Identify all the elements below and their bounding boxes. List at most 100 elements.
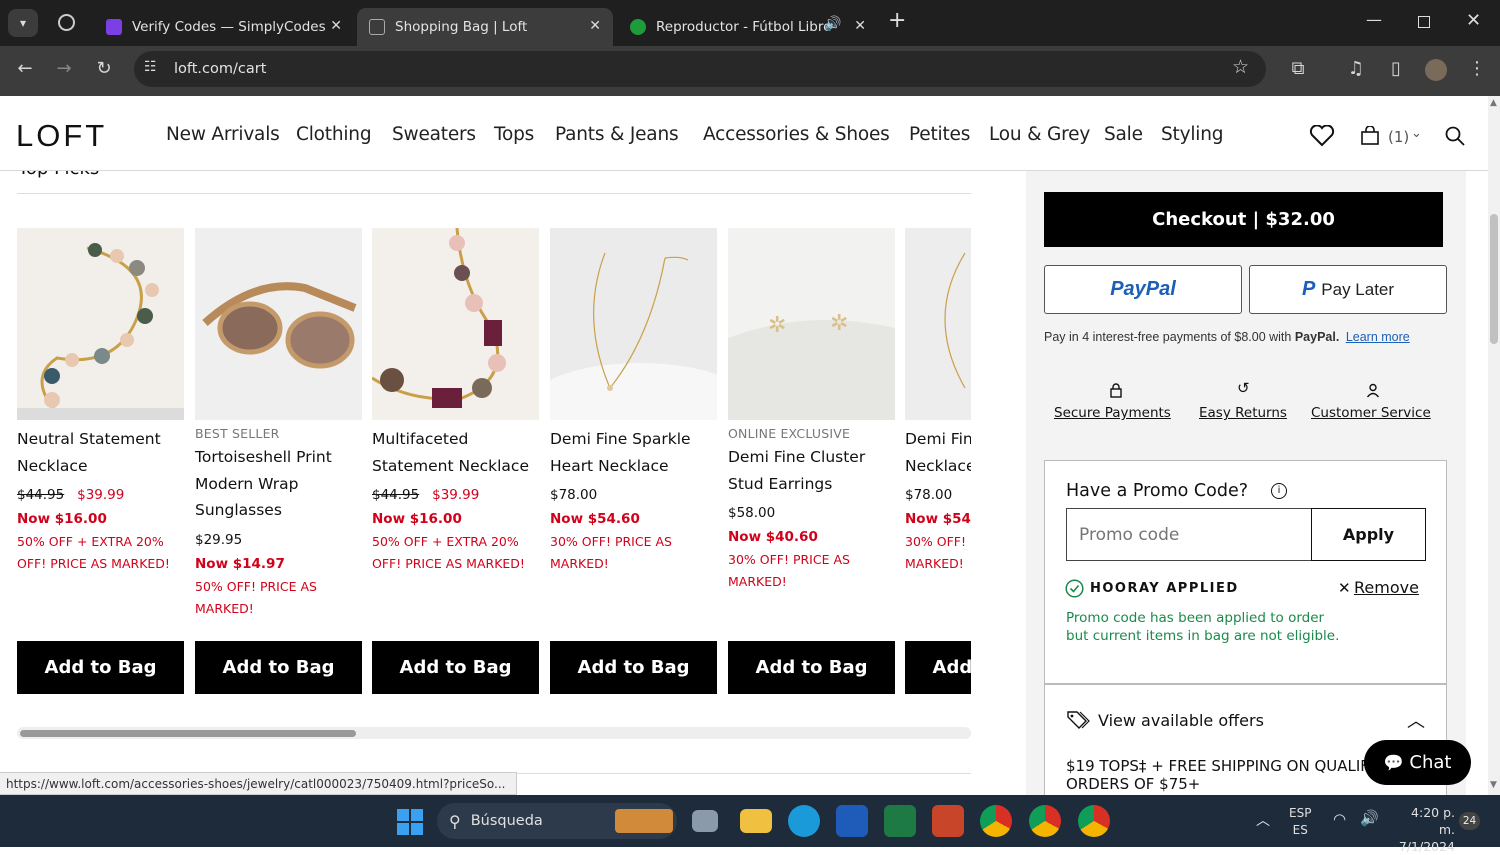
product-name[interactable]: Tortoiseshell Print Modern Wrap Sunglass… — [195, 444, 362, 524]
product-image[interactable] — [372, 228, 539, 420]
product-card[interactable]: BEST SELLER Tortoiseshell Print Modern W… — [195, 228, 362, 620]
chevron-down-icon[interactable]: ⌄ — [1411, 126, 1422, 141]
learn-more-link[interactable]: Learn more — [1346, 330, 1410, 344]
reload-icon[interactable]: ↻ — [91, 58, 117, 79]
paypal-button[interactable]: PayPal — [1044, 265, 1242, 314]
nav-clothing[interactable]: Clothing — [296, 124, 372, 145]
nav-styling[interactable]: Styling — [1161, 124, 1223, 145]
extensions-icon[interactable]: ⧉ — [1285, 58, 1311, 79]
notification-badge[interactable]: 24 — [1459, 812, 1480, 830]
nav-sale[interactable]: Sale — [1104, 124, 1143, 145]
scroll-down-arrow-icon[interactable]: ▼ — [1490, 780, 1497, 790]
site-settings-icon[interactable]: ☷ — [144, 59, 157, 75]
close-tab-icon[interactable]: ✕ — [854, 18, 866, 34]
bag-count[interactable]: (1) — [1388, 128, 1409, 146]
info-icon[interactable]: i — [1271, 483, 1287, 499]
side-panel-icon[interactable]: ▯ — [1383, 58, 1409, 79]
nav-new-arrivals[interactable]: New Arrivals — [166, 124, 280, 145]
product-card[interactable]: Multifaceted Statement Necklace $44.95 $… — [372, 228, 539, 575]
secure-payments-link[interactable]: Secure Payments — [1054, 405, 1171, 421]
product-image[interactable] — [905, 228, 971, 420]
tab-search-button[interactable]: ▾ — [8, 9, 38, 37]
menu-kebab-icon[interactable]: ⋮ — [1464, 58, 1490, 79]
forward-icon[interactable]: → — [51, 58, 77, 79]
product-name[interactable]: Multifaceted Statement Necklace — [372, 426, 539, 479]
back-icon[interactable]: ← — [12, 58, 38, 79]
add-to-bag-button[interactable]: Add to Bag — [195, 641, 362, 694]
product-card[interactable]: Neutral Statement Necklace $44.95 $39.99… — [17, 228, 184, 575]
product-name[interactable]: Demi Fine Sparkle Heart Necklace — [550, 426, 717, 479]
task-view-icon[interactable] — [692, 810, 718, 832]
taskbar-search-box[interactable]: ⚲ Búsqueda — [437, 803, 677, 839]
product-card[interactable]: Demi Fine Sparkle Heart Necklace $78.00 … — [550, 228, 717, 575]
add-to-bag-button[interactable]: Add to Bag — [550, 641, 717, 694]
close-icon[interactable]: ✕ — [1338, 579, 1351, 597]
audio-playing-icon[interactable]: 🔊 — [824, 16, 841, 32]
add-to-bag-button[interactable]: Add to Bag — [372, 641, 539, 694]
customer-service-link[interactable]: Customer Service — [1311, 405, 1431, 421]
nav-petites[interactable]: Petites — [909, 124, 970, 145]
clock[interactable]: 4:20 p. m. 7/1/2024 — [1393, 804, 1455, 855]
nav-sweaters[interactable]: Sweaters — [392, 124, 476, 145]
profile-avatar[interactable] — [1425, 59, 1447, 81]
product-name[interactable]: Neutral Statement Necklace — [17, 426, 184, 479]
restore-button[interactable] — [1418, 16, 1430, 28]
wishlist-heart-icon[interactable] — [1309, 125, 1335, 147]
view-offers-toggle[interactable]: View available offers — [1098, 711, 1264, 730]
word-icon[interactable] — [836, 805, 868, 837]
close-tab-icon[interactable]: ✕ — [589, 18, 601, 34]
windows-start-icon[interactable] — [397, 809, 423, 835]
product-card[interactable]: Demi Fine Necklace $78.00 Now $54. 30% O… — [905, 228, 971, 575]
page-scroll-thumb[interactable] — [1490, 214, 1498, 344]
edge-icon[interactable] — [788, 805, 820, 837]
tab-loft[interactable]: Shopping Bag | Loft ✕ — [357, 8, 613, 46]
add-to-bag-button[interactable]: Add to Bag — [728, 641, 895, 694]
product-name[interactable]: Demi Fine Necklace — [905, 426, 971, 479]
wifi-icon[interactable]: ◠ — [1333, 810, 1346, 828]
close-tab-icon[interactable]: ✕ — [330, 18, 342, 34]
product-image[interactable] — [195, 228, 362, 420]
file-explorer-icon[interactable] — [740, 809, 772, 833]
excel-icon[interactable] — [884, 805, 916, 837]
globe-icon[interactable] — [58, 14, 75, 31]
nav-tops[interactable]: Tops — [494, 124, 534, 145]
checkout-button[interactable]: Checkout | $32.00 — [1044, 192, 1443, 247]
chevron-up-icon[interactable]: ︿ — [1256, 810, 1270, 830]
chrome-profile-icon[interactable] — [1029, 805, 1061, 837]
product-name[interactable]: Demi Fine Cluster Stud Earrings — [728, 444, 895, 497]
bookmark-star-icon[interactable]: ☆ — [1232, 56, 1249, 78]
loft-logo[interactable]: LOFT — [16, 118, 107, 154]
shopping-bag-icon[interactable] — [1360, 126, 1380, 146]
promo-code-input[interactable] — [1066, 508, 1312, 561]
easy-returns-link[interactable]: Easy Returns — [1199, 405, 1287, 421]
add-to-bag-button[interactable]: Add to Bag — [17, 641, 184, 694]
nav-accessories-shoes[interactable]: Accessories & Shoes — [703, 124, 890, 145]
tab-futbol[interactable]: Reproductor - Fútbol Libre 🔊 ✕ — [618, 8, 878, 46]
nav-lou-grey[interactable]: Lou & Grey — [989, 124, 1090, 145]
media-controls-icon[interactable]: ♫ — [1343, 58, 1369, 79]
product-card[interactable]: ✲ ✲ ONLINE EXCLUSIVE Demi Fine Cluster St… — [728, 228, 895, 593]
carousel-scroll-thumb[interactable] — [20, 730, 356, 737]
address-bar[interactable]: ☷ loft.com/cart ☆ — [134, 51, 1266, 87]
new-tab-button[interactable]: + — [888, 8, 906, 33]
chrome-profile-icon[interactable] — [1078, 805, 1110, 837]
minimize-button[interactable]: — — [1366, 10, 1382, 29]
remove-promo-link[interactable]: Remove — [1354, 578, 1419, 597]
powerpoint-icon[interactable] — [932, 805, 964, 837]
tab-simplycodes[interactable]: Verify Codes — SimplyCodes ✕ — [94, 8, 354, 46]
nav-pants-jeans[interactable]: Pants & Jeans — [555, 124, 679, 145]
language-indicator[interactable]: ESP ES — [1289, 805, 1311, 839]
add-to-bag-button[interactable]: Add to Bag — [905, 641, 971, 694]
chrome-icon[interactable] — [980, 805, 1012, 837]
chat-button[interactable]: 💬 Chat — [1364, 740, 1471, 785]
product-image[interactable] — [17, 228, 184, 420]
apply-button[interactable]: Apply — [1311, 508, 1426, 561]
close-window-button[interactable]: ✕ — [1466, 10, 1481, 31]
page-scrollbar[interactable]: ▲ ▼ — [1488, 96, 1500, 795]
product-image[interactable] — [550, 228, 717, 420]
product-image[interactable]: ✲ ✲ — [728, 228, 895, 420]
scroll-up-arrow-icon[interactable]: ▲ — [1490, 98, 1497, 108]
chevron-up-icon[interactable]: ︿ — [1407, 707, 1425, 733]
volume-icon[interactable]: 🔊 — [1360, 809, 1379, 827]
search-icon[interactable] — [1445, 126, 1465, 146]
